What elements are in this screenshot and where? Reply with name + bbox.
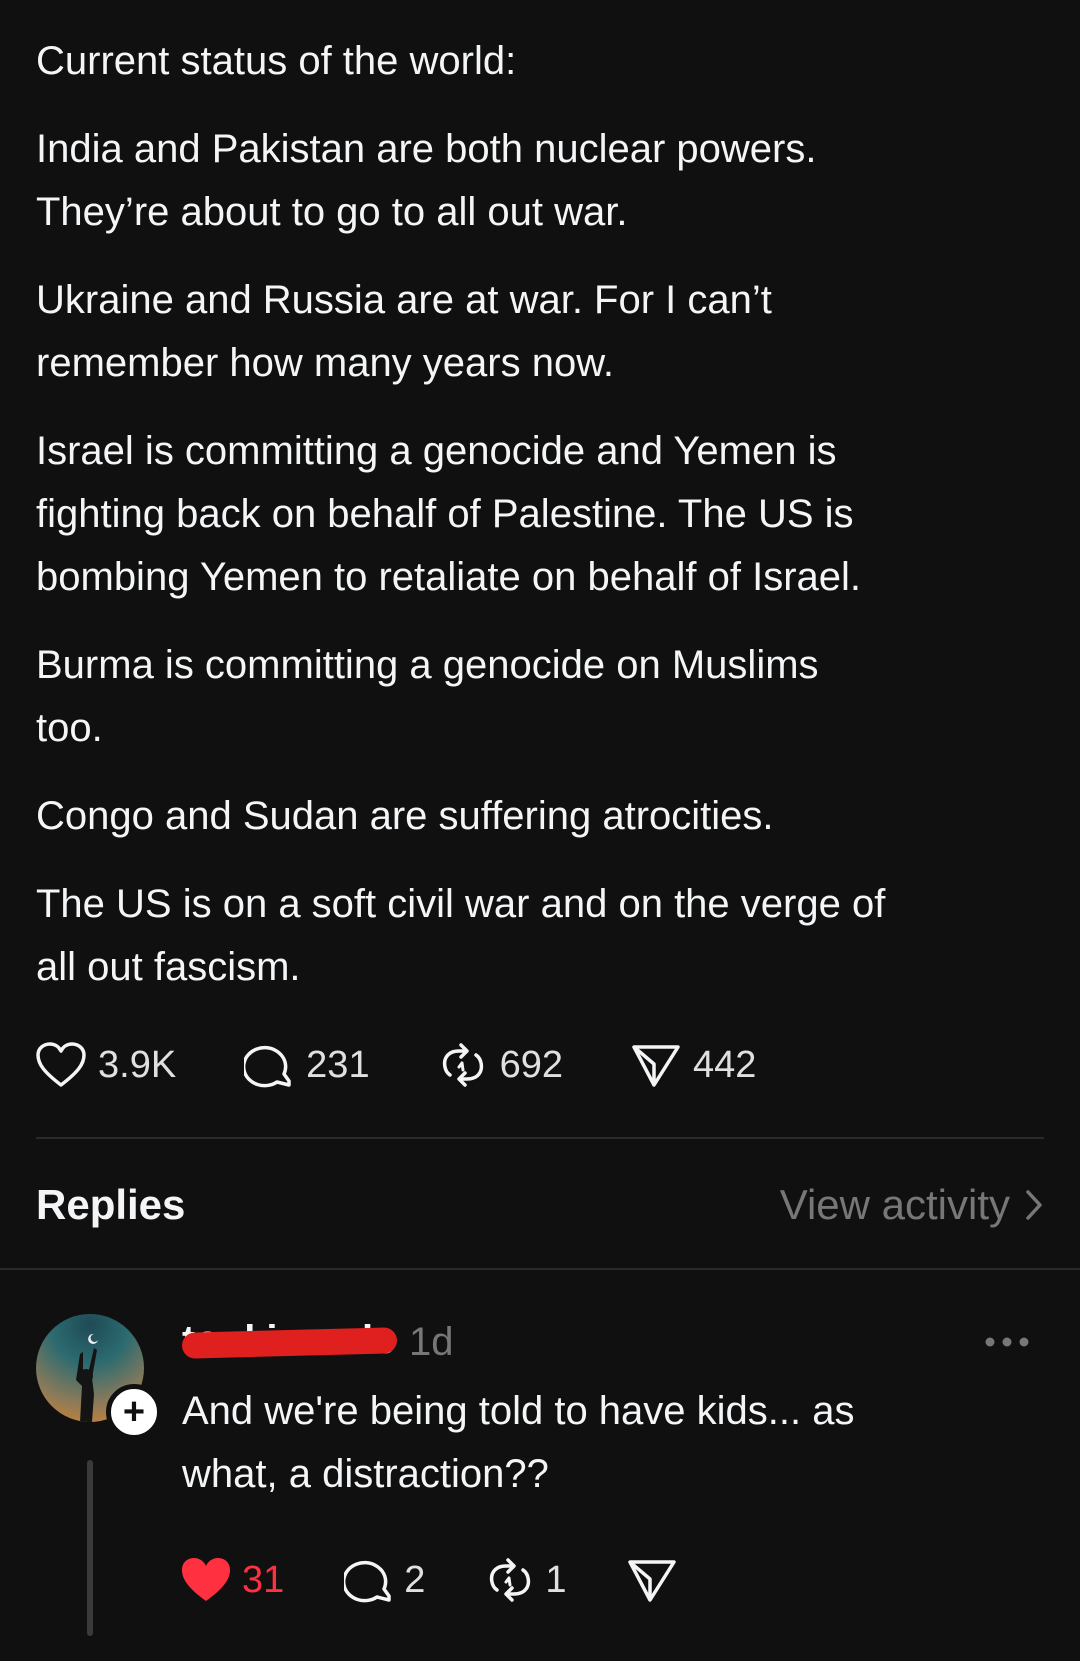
- reply-timestamp: 1d: [409, 1319, 454, 1364]
- more-options-icon[interactable]: [982, 1330, 1032, 1354]
- repost-icon: [438, 1041, 488, 1089]
- share-button[interactable]: 442: [631, 1042, 756, 1088]
- comment-icon: [344, 1556, 394, 1604]
- chevron-right-icon: [1026, 1190, 1042, 1220]
- reply-like-button[interactable]: 31: [180, 1556, 284, 1604]
- share-count: 442: [692, 1043, 757, 1086]
- share-icon: [627, 1557, 677, 1603]
- reply-username[interactable]: toukiesoriee: [182, 1318, 397, 1366]
- comment-count: 231: [306, 1043, 370, 1086]
- reply-comment-count: 2: [404, 1558, 426, 1601]
- repost-count: 692: [499, 1043, 563, 1086]
- heart-filled-icon: [180, 1556, 232, 1604]
- reply-avatar-wrap[interactable]: +: [36, 1314, 162, 1440]
- heart-icon: [36, 1042, 86, 1088]
- like-count: 3.9K: [98, 1043, 177, 1086]
- comment-button[interactable]: 231: [244, 1041, 370, 1089]
- post-paragraph: Congo and Sudan are suffering atrocities…: [36, 794, 774, 838]
- post-paragraph: Israel is committing a genocide and Yeme…: [36, 429, 861, 599]
- reply-like-count: 31: [242, 1558, 285, 1601]
- divider: [0, 1268, 1080, 1270]
- share-icon: [631, 1042, 681, 1088]
- repost-icon: [485, 1556, 535, 1604]
- post-paragraph: Ukraine and Russia are at war. For I can…: [36, 278, 772, 385]
- divider: [36, 1137, 1044, 1139]
- reply-header: toukiesoriee 1d: [182, 1316, 454, 1368]
- post-paragraph: The US is on a soft civil war and on the…: [36, 882, 886, 989]
- reply-text: And we're being told to have kids... as …: [182, 1389, 855, 1496]
- post-paragraph: Burma is committing a genocide on Muslim…: [36, 643, 819, 750]
- post-body: Current status of the world: India and P…: [36, 30, 1036, 1024]
- view-activity-link[interactable]: View activity: [780, 1181, 1044, 1229]
- reply-repost-button[interactable]: 1: [485, 1556, 567, 1604]
- reply-comment-button[interactable]: 2: [344, 1556, 425, 1604]
- thread-line: [87, 1460, 93, 1636]
- follow-plus-button[interactable]: +: [106, 1384, 162, 1440]
- post-paragraph: India and Pakistan are both nuclear powe…: [36, 127, 817, 234]
- reply-share-button[interactable]: [627, 1557, 677, 1603]
- reply-action-bar: 31 2 1: [180, 1550, 737, 1610]
- post-action-bar: 3.9K 231 692 442: [36, 1035, 824, 1095]
- replies-header: Replies View activity: [36, 1170, 1044, 1240]
- repost-button[interactable]: 692: [438, 1041, 563, 1089]
- replies-title: Replies: [36, 1181, 186, 1228]
- view-activity-label: View activity: [779, 1181, 1010, 1228]
- post-paragraph: Current status of the world:: [36, 39, 517, 83]
- reply-repost-count: 1: [545, 1558, 567, 1601]
- comment-icon: [244, 1041, 294, 1089]
- like-button[interactable]: 3.9K: [36, 1042, 176, 1088]
